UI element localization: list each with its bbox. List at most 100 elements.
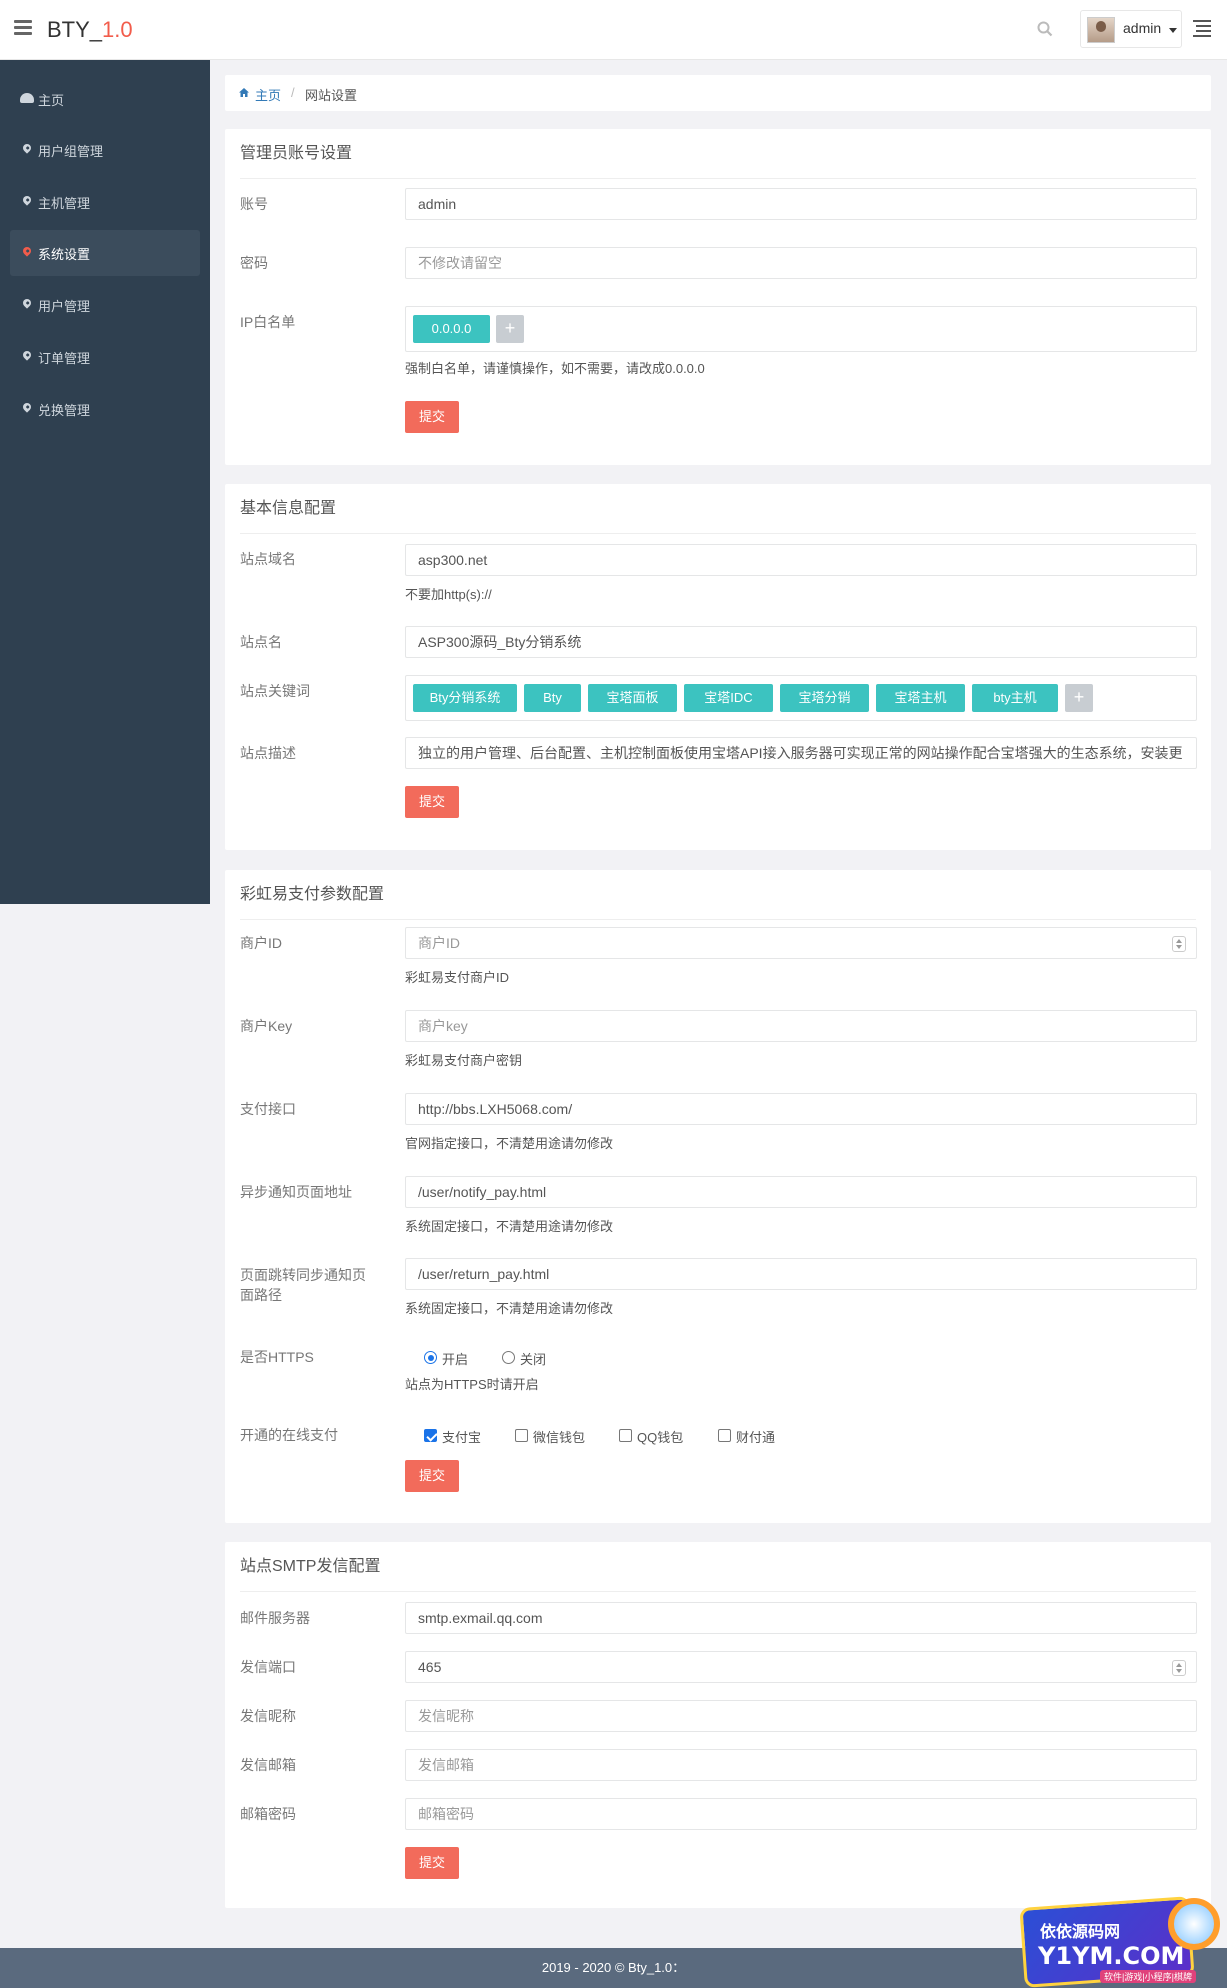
checkbox-label: QQ钱包 — [637, 1430, 684, 1445]
card-title: 彩虹易支付参数配置 — [240, 870, 1196, 920]
sender-nickname-input[interactable]: 发信昵称 — [405, 1700, 1197, 1732]
smtp-config-card: 站点SMTP发信配置 邮件服务器 smtp.exmail.qq.com 发信端口… — [225, 1542, 1211, 1908]
watermark-logo: 依依源码网 Y1YM.COM 软件|游戏|小程序|棋牌 — [1010, 1890, 1222, 1988]
https-label: 是否HTTPS — [240, 1349, 314, 1365]
caret-down-icon — [1169, 28, 1177, 33]
merchant-id-help: 彩虹易支付商户ID — [405, 970, 510, 985]
number-spinner-icon[interactable] — [1172, 936, 1186, 952]
checkbox-label: 支付宝 — [442, 1430, 482, 1445]
submit-button[interactable]: 提交 — [405, 1847, 459, 1879]
email-password-label: 邮箱密码 — [240, 1806, 296, 1822]
sidebar-item-label: 用户管理 — [38, 299, 91, 314]
map-marker-icon — [20, 194, 34, 208]
sidebar-item-label: 订单管理 — [38, 351, 91, 366]
brand-version: 1.0 — [102, 17, 133, 42]
smtp-port-input[interactable]: 465 — [405, 1651, 1197, 1683]
sender-nickname-label: 发信昵称 — [240, 1708, 296, 1724]
notify-url-input[interactable]: /user/notify_pay.html — [405, 1176, 1197, 1208]
sidebar-item-hosts[interactable]: 主机管理 — [10, 179, 200, 225]
card-title: 站点SMTP发信配置 — [240, 1542, 1196, 1592]
keyword-tag[interactable]: 宝塔面板 — [588, 684, 677, 712]
sidebar-item-user-groups[interactable]: 用户组管理 — [10, 127, 200, 173]
map-marker-icon — [20, 349, 34, 363]
https-on-label: 开启 — [442, 1352, 469, 1367]
site-description-input[interactable]: 独立的用户管理、后台配置、主机控制面板使用宝塔API接入服务器可实现正常的网站操… — [405, 737, 1197, 769]
site-domain-input[interactable]: asp300.net — [405, 544, 1197, 576]
merchant-id-placeholder: 商户ID — [418, 935, 460, 951]
site-keywords-tag-input[interactable]: Bty分销系统 Bty 宝塔面板 宝塔IDC 宝塔分销 宝塔主机 bty主机 + — [405, 675, 1197, 721]
keyword-tag[interactable]: 宝塔IDC — [684, 684, 773, 712]
ip-whitelist-tag-input[interactable]: 0.0.0.0 + — [405, 306, 1197, 352]
payment-api-input[interactable]: http://bbs.LXH5068.com/ — [405, 1093, 1197, 1125]
right-sidebar-toggle-icon[interactable] — [1193, 20, 1211, 37]
site-description-label: 站点描述 — [240, 745, 296, 761]
ip-tag[interactable]: 0.0.0.0 — [413, 315, 490, 343]
sidebar-item-label: 兑换管理 — [38, 403, 91, 418]
notify-url-help: 系统固定接口，不清楚用途请勿修改 — [405, 1219, 614, 1234]
smtp-server-label: 邮件服务器 — [240, 1610, 310, 1626]
basic-info-card: 基本信息配置 站点域名 asp300.net 不要加http(s):// 站点名… — [225, 484, 1211, 850]
sidebar-item-users[interactable]: 用户管理 — [10, 282, 200, 328]
add-keyword-button[interactable]: + — [1065, 684, 1093, 712]
card-title: 基本信息配置 — [240, 484, 1196, 534]
password-input[interactable]: 不修改请留空 — [405, 247, 1197, 279]
sidebar-item-home[interactable]: 主页 — [10, 76, 200, 122]
dashboard-icon — [20, 91, 34, 105]
account-input[interactable]: admin — [405, 188, 1197, 220]
payment-api-help: 官网指定接口，不清楚用途请勿修改 — [405, 1136, 614, 1151]
submit-button[interactable]: 提交 — [405, 1460, 459, 1492]
submit-button[interactable]: 提交 — [405, 786, 459, 818]
site-domain-help: 不要加http(s):// — [405, 587, 492, 602]
sidebar-item-system-settings[interactable]: 系统设置 — [10, 230, 200, 276]
merchant-id-input[interactable]: 商户ID — [405, 927, 1197, 959]
email-password-input[interactable]: 邮箱密码 — [405, 1798, 1197, 1830]
map-marker-icon — [20, 245, 34, 259]
sidebar-item-redeem[interactable]: 兑换管理 — [10, 386, 200, 432]
brand-logo[interactable]: BTY_1.0 — [47, 17, 133, 43]
add-ip-button[interactable]: + — [496, 315, 524, 343]
sidebar-item-label: 用户组管理 — [38, 144, 104, 159]
submit-button[interactable]: 提交 — [405, 401, 459, 433]
sidebar: 主页 用户组管理 主机管理 系统设置 用户管理 订单管理 兑换管理 — [0, 60, 210, 904]
password-label: 密码 — [240, 255, 268, 271]
breadcrumb-separator: / — [291, 85, 295, 100]
merchant-id-label: 商户ID — [240, 935, 282, 951]
sender-email-input[interactable]: 发信邮箱 — [405, 1749, 1197, 1781]
keyword-tag[interactable]: bty主机 — [972, 684, 1058, 712]
number-spinner-icon[interactable] — [1172, 1660, 1186, 1676]
sidebar-item-orders[interactable]: 订单管理 — [10, 334, 200, 380]
sidebar-item-label: 主机管理 — [38, 196, 91, 211]
watermark-cn: 依依源码网 — [1040, 1924, 1121, 1941]
smtp-server-input[interactable]: smtp.exmail.qq.com — [405, 1602, 1197, 1634]
search-icon[interactable] — [1036, 20, 1054, 38]
breadcrumb-current: 网站设置 — [305, 88, 358, 103]
merchant-key-input[interactable]: 商户key — [405, 1010, 1197, 1042]
https-off-label: 关闭 — [520, 1352, 547, 1367]
keyword-tag[interactable]: 宝塔主机 — [876, 684, 965, 712]
map-marker-icon — [20, 142, 34, 156]
site-name-input[interactable]: ASP300源码_Bty分销系统 — [405, 626, 1197, 658]
sender-email-label: 发信邮箱 — [240, 1757, 296, 1773]
hamburger-menu-icon[interactable] — [14, 20, 32, 35]
breadcrumb-home-link[interactable]: 主页 — [255, 85, 281, 104]
watermark-en: Y1YM.COM — [1038, 1942, 1185, 1970]
admin-account-card: 管理员账号设置 账号 admin 密码 不修改请留空 IP白名单 0.0.0.0… — [225, 129, 1211, 465]
return-url-input[interactable]: /user/return_pay.html — [405, 1258, 1197, 1290]
payment-api-label: 支付接口 — [240, 1101, 296, 1117]
card-title: 管理员账号设置 — [240, 129, 1196, 179]
map-marker-icon — [20, 297, 34, 311]
keyword-tag[interactable]: Bty — [524, 684, 581, 712]
keyword-tag[interactable]: 宝塔分销 — [780, 684, 869, 712]
home-icon — [239, 88, 249, 97]
sidebar-item-label: 主页 — [38, 93, 65, 108]
payment-methods-label: 开通的在线支付 — [240, 1427, 338, 1443]
smtp-port-value: 465 — [418, 1659, 442, 1675]
ip-whitelist-help: 强制白名单，请谨慎操作，如不需要，请改成0.0.0.0 — [405, 361, 705, 376]
https-help: 站点为HTTPS时请开启 — [405, 1377, 539, 1392]
user-dropdown[interactable]: admin — [1080, 10, 1182, 48]
keyword-tag[interactable]: Bty分销系统 — [413, 684, 517, 712]
site-name-label: 站点名 — [240, 634, 282, 650]
merchant-key-help: 彩虹易支付商户密钥 — [405, 1053, 523, 1068]
footer-copyright: 2019 - 2020 © Bty_1.0： — [541, 1960, 686, 1975]
ip-whitelist-label: IP白名单 — [240, 314, 296, 330]
